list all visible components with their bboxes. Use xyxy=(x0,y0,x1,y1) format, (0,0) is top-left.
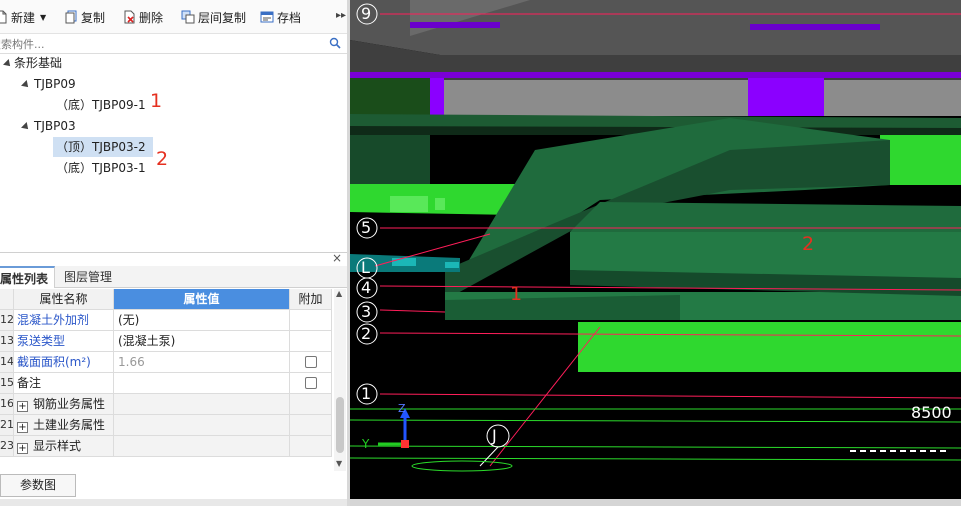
viewport-scene xyxy=(350,0,961,472)
axis-label-3: 3 xyxy=(361,302,372,321)
table-row[interactable]: 16 + 钢筋业务属性 xyxy=(0,394,332,415)
dimension-label: 8500 xyxy=(911,403,952,422)
dropdown-arrow-icon[interactable]: ▼ xyxy=(40,13,46,22)
table-row[interactable]: 23 + 显示样式 xyxy=(0,436,332,457)
expand-icon[interactable]: + xyxy=(17,443,28,454)
header-extra: 附加 xyxy=(290,289,332,309)
property-group[interactable]: + 钢筋业务属性 xyxy=(14,394,114,414)
scroll-up-icon[interactable]: ▲ xyxy=(336,289,342,298)
3d-viewport[interactable]: 9 5 L 4 3 2 1 J 1 2 8500 Z Y xyxy=(350,0,961,506)
purple-column xyxy=(748,78,824,116)
extra-checkbox[interactable] xyxy=(304,356,317,368)
delete-icon xyxy=(122,10,136,24)
collapse-arrow-icon[interactable] xyxy=(21,80,31,90)
property-panel-header: × xyxy=(0,251,347,266)
table-row[interactable]: 12 混凝土外加剂 (无) xyxy=(0,310,332,331)
floor-copy-icon xyxy=(181,10,195,24)
copy-button[interactable]: 复制 xyxy=(64,8,105,26)
axis-label-4: 4 xyxy=(361,278,372,297)
property-value[interactable]: (混凝土泵) xyxy=(114,331,290,351)
floor-copy-button[interactable]: 层间复制 xyxy=(181,8,246,26)
parameter-diagram-button[interactable]: 参数图 xyxy=(0,474,76,497)
grey-wall xyxy=(440,80,961,116)
archive-button[interactable]: 存档 xyxy=(260,8,301,26)
axis-label-j: J xyxy=(492,426,497,445)
axis-label-9: 9 xyxy=(361,4,372,23)
extra-checkbox[interactable] xyxy=(304,377,317,389)
gizmo-z-axis: Z xyxy=(398,402,406,415)
expand-icon[interactable]: + xyxy=(17,401,28,412)
copy-icon xyxy=(64,10,78,24)
purple-column xyxy=(430,78,444,116)
table-header: 属性名称 属性值 附加 xyxy=(0,289,332,310)
property-group[interactable]: + 土建业务属性 xyxy=(14,415,114,435)
green-slab xyxy=(880,135,961,185)
property-value[interactable]: (无) xyxy=(114,310,290,330)
status-strip xyxy=(0,499,350,506)
header-property-value: 属性值 xyxy=(114,289,290,309)
table-row[interactable]: 21 + 土建业务属性 xyxy=(0,415,332,436)
table-row[interactable]: 14 截面面积(m²) 1.66 xyxy=(0,352,332,373)
header-property-name: 属性名称 xyxy=(14,289,114,309)
green-slab-lower xyxy=(578,322,961,372)
new-button[interactable]: 新建 ▼ xyxy=(0,8,46,26)
annotation-1: 1 xyxy=(510,283,523,305)
table-row[interactable]: 13 泵送类型 (混凝土泵) xyxy=(0,331,332,352)
property-tabs: 属性列表 图层管理 xyxy=(0,266,347,288)
axis-label-5: 5 xyxy=(361,218,372,237)
search-input[interactable] xyxy=(0,35,310,53)
property-name: 备注 xyxy=(14,373,114,393)
new-file-icon xyxy=(0,10,8,24)
tree-group-tjbp09[interactable]: TJBP09 xyxy=(34,74,76,94)
property-name: 混凝土外加剂 xyxy=(14,310,114,330)
tab-layer-management[interactable]: 图层管理 xyxy=(58,266,118,288)
expand-icon[interactable]: + xyxy=(17,422,28,433)
tab-property-list[interactable]: 属性列表 xyxy=(0,266,56,288)
annotation-1: 1 xyxy=(150,90,163,112)
property-scrollbar[interactable]: ▲ ▼ xyxy=(334,289,346,471)
toolbar: 新建 ▼ 复制 删除 层间复制 存档 ▸▸ xyxy=(0,0,350,34)
new-label: 新建 xyxy=(11,10,36,25)
tree-item-tjbp03-1[interactable]: （底）TJBP03-1 xyxy=(56,158,146,178)
axis-label-2: 2 xyxy=(361,324,372,343)
collapse-arrow-icon[interactable] xyxy=(3,59,13,69)
scroll-down-icon[interactable]: ▼ xyxy=(336,459,342,468)
toolbar-more-icon[interactable]: ▸▸ xyxy=(336,10,346,21)
component-tree: 条形基础 TJBP09 （底）TJBP09-1 1 TJBP03 （顶）TJBP… xyxy=(0,56,347,250)
property-name: 截面面积(m²) xyxy=(14,352,114,372)
delete-button[interactable]: 删除 xyxy=(122,8,163,26)
tree-group-tjbp03[interactable]: TJBP03 xyxy=(34,116,76,136)
search-icon[interactable] xyxy=(329,37,341,49)
viewport-status-strip xyxy=(350,499,961,506)
table-row[interactable]: 15 备注 xyxy=(0,373,332,394)
gizmo-y-axis: Y xyxy=(362,437,370,451)
floor-copy-label: 层间复制 xyxy=(198,10,247,25)
annotation-2: 2 xyxy=(156,148,169,170)
property-group[interactable]: + 显示样式 xyxy=(14,436,114,456)
annotation-2: 2 xyxy=(802,233,815,255)
search-bar xyxy=(0,34,347,54)
tree-root-strip-foundation[interactable]: 条形基础 xyxy=(14,53,62,73)
archive-label: 存档 xyxy=(277,10,302,25)
delete-label: 删除 xyxy=(139,10,164,25)
dark-green-block xyxy=(350,78,430,116)
property-value[interactable] xyxy=(114,373,290,393)
property-value: 1.66 xyxy=(114,352,290,372)
close-icon[interactable]: × xyxy=(332,251,342,265)
axis-label-l: L xyxy=(361,258,370,277)
tree-item-tjbp09-1[interactable]: （底）TJBP09-1 xyxy=(56,95,146,115)
tree-item-tjbp03-2[interactable]: （顶）TJBP03-2 xyxy=(53,137,153,157)
column-cap xyxy=(750,24,880,30)
archive-icon xyxy=(260,10,274,24)
scrollbar-thumb[interactable] xyxy=(336,397,344,453)
property-name: 泵送类型 xyxy=(14,331,114,351)
copy-label: 复制 xyxy=(81,10,106,25)
app-window: 新建 ▼ 复制 删除 层间复制 存档 ▸▸ 搜索构件... 条形基础 TJBP0… xyxy=(0,0,961,506)
axis-label-1: 1 xyxy=(361,384,372,403)
collapse-arrow-icon[interactable] xyxy=(21,122,31,132)
column-cap xyxy=(410,22,500,28)
component-panel: 新建 ▼ 复制 删除 层间复制 存档 ▸▸ 搜索构件... 条形基础 TJBP0… xyxy=(0,0,350,506)
